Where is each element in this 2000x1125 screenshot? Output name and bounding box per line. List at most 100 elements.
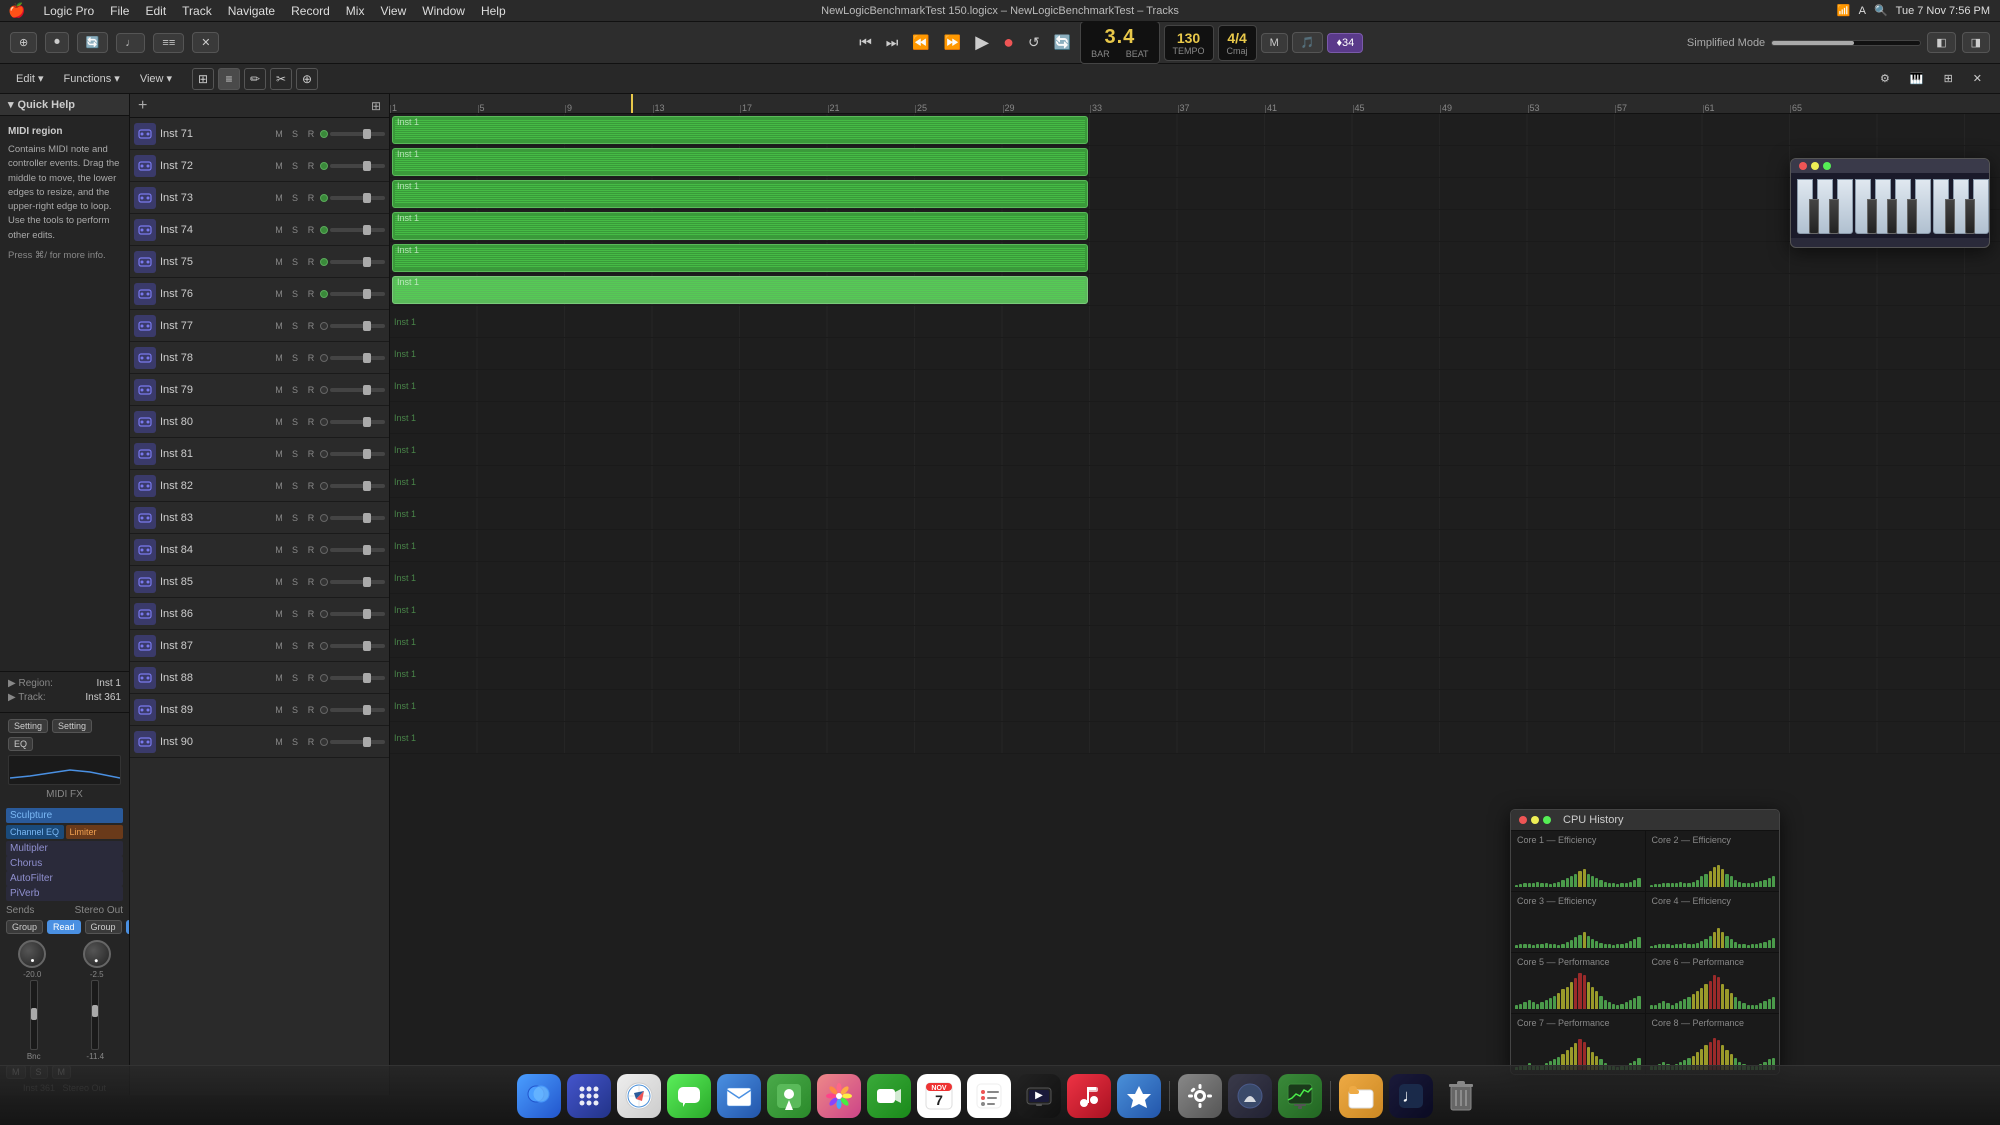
track-power-79[interactable] (320, 386, 328, 394)
track-header-77[interactable]: Inst 77 M S R (130, 310, 389, 342)
setting-btn-1[interactable]: Setting (8, 719, 48, 733)
track-mute-80[interactable]: M (272, 415, 286, 429)
track-fader-72[interactable] (330, 164, 385, 168)
pencil-tool-button[interactable]: ✏ (244, 68, 266, 90)
track-header-75[interactable]: Inst 75 M S R (130, 246, 389, 278)
track-solo-74[interactable]: S (288, 223, 302, 237)
track-mute-79[interactable]: M (272, 383, 286, 397)
track-header-76[interactable]: Inst 76 M S R (130, 278, 389, 310)
track-arm-72[interactable]: R (304, 159, 318, 173)
track-solo-86[interactable]: S (288, 607, 302, 621)
region-73[interactable]: Inst 1 (392, 180, 1088, 208)
track-header-87[interactable]: Inst 87 M S R (130, 630, 389, 662)
panel-toggle-left[interactable]: ◧ (1927, 32, 1955, 53)
menu-logic-pro[interactable]: Logic Pro (37, 4, 100, 18)
track-header-79[interactable]: Inst 79 M S R (130, 374, 389, 406)
track-mute-75[interactable]: M (272, 255, 286, 269)
track-solo-76[interactable]: S (288, 287, 302, 301)
track-mute-87[interactable]: M (272, 639, 286, 653)
menu-track[interactable]: Track (176, 4, 218, 18)
track-solo-73[interactable]: S (288, 191, 302, 205)
track-lane-78[interactable]: Inst 1 (390, 338, 2000, 370)
track-mute-73[interactable]: M (272, 191, 286, 205)
zoom-button[interactable]: ⊕ (296, 68, 318, 90)
track-fader-80[interactable] (330, 420, 385, 424)
track-fader-81[interactable] (330, 452, 385, 456)
menu-file[interactable]: File (104, 4, 135, 18)
track-mute-82[interactable]: M (272, 479, 286, 493)
track-lane-81[interactable]: Inst 1 (390, 434, 2000, 466)
track-solo-87[interactable]: S (288, 639, 302, 653)
dock-system-prefs[interactable] (1178, 1074, 1222, 1118)
track-fader-74[interactable] (330, 228, 385, 232)
track-solo-88[interactable]: S (288, 671, 302, 685)
track-header-78[interactable]: Inst 78 M S R (130, 342, 389, 374)
track-solo-71[interactable]: S (288, 127, 302, 141)
menu-view[interactable]: View (374, 4, 412, 18)
maximize-traffic-light[interactable] (1823, 162, 1831, 170)
track-lane-82[interactable]: Inst 1 (390, 466, 2000, 498)
track-lane-84[interactable]: Inst 1 (390, 530, 2000, 562)
track-power-76[interactable] (320, 290, 328, 298)
dock-safari[interactable] (617, 1074, 661, 1118)
scissors-tool-button[interactable]: ✂ (270, 68, 292, 90)
track-power-81[interactable] (320, 450, 328, 458)
track-lane-77[interactable]: Inst 1 (390, 306, 2000, 338)
minimize-traffic-light[interactable] (1811, 162, 1819, 170)
track-header-88[interactable]: Inst 88 M S R (130, 662, 389, 694)
track-power-88[interactable] (320, 674, 328, 682)
track-lane-75[interactable]: Inst 1 (390, 242, 2000, 274)
track-arm-81[interactable]: R (304, 447, 318, 461)
track-fader-76[interactable] (330, 292, 385, 296)
track-mute-83[interactable]: M (272, 511, 286, 525)
track-arm-85[interactable]: R (304, 575, 318, 589)
track-power-90[interactable] (320, 738, 328, 746)
piano-black-key[interactable] (1945, 199, 1955, 234)
piano-black-key[interactable] (1809, 199, 1819, 234)
dock-facetime[interactable] (867, 1074, 911, 1118)
track-mute-74[interactable]: M (272, 223, 286, 237)
dock-finder[interactable] (517, 1074, 561, 1118)
track-arm-74[interactable]: R (304, 223, 318, 237)
track-solo-84[interactable]: S (288, 543, 302, 557)
go-to-end-button[interactable]: ⏩ (939, 32, 966, 53)
track-lane-87[interactable]: Inst 1 (390, 626, 2000, 658)
piano-black-key[interactable] (1887, 199, 1897, 234)
aux-fader[interactable] (91, 980, 99, 1050)
track-lane-80[interactable]: Inst 1 (390, 402, 2000, 434)
setting-btn-2[interactable]: Setting (52, 719, 92, 733)
tempo-button[interactable]: ≡≡ (153, 33, 184, 53)
track-lane-71[interactable]: Inst 1 (390, 114, 2000, 146)
menu-window[interactable]: Window (416, 4, 471, 18)
cpu-close-btn[interactable] (1519, 816, 1527, 824)
region-76[interactable]: Inst 1 (392, 276, 1088, 304)
track-solo-81[interactable]: S (288, 447, 302, 461)
menu-record[interactable]: Record (285, 4, 336, 18)
dock-appstore[interactable] (1117, 1074, 1161, 1118)
track-solo-89[interactable]: S (288, 703, 302, 717)
track-header-72[interactable]: Inst 72 M S R (130, 150, 389, 182)
track-mute-77[interactable]: M (272, 319, 286, 333)
menu-help[interactable]: Help (475, 4, 512, 18)
track-fader-82[interactable] (330, 484, 385, 488)
av-button[interactable]: ♦34 (1327, 33, 1363, 53)
record-button[interactable]: ● (998, 30, 1019, 55)
dock-tv[interactable]: ▶ (1017, 1074, 1061, 1118)
piano-icon-btn[interactable]: 🎹 (1902, 69, 1932, 88)
rewind-button[interactable]: ⏮ (854, 32, 877, 53)
piano-black-key[interactable] (1965, 199, 1975, 234)
track-arm-89[interactable]: R (304, 703, 318, 717)
piano-black-key[interactable] (1829, 199, 1839, 234)
track-power-87[interactable] (320, 642, 328, 650)
track-lane-79[interactable]: Inst 1 (390, 370, 2000, 402)
track-fader-77[interactable] (330, 324, 385, 328)
track-arm-75[interactable]: R (304, 255, 318, 269)
track-mute-86[interactable]: M (272, 607, 286, 621)
track-header-80[interactable]: Inst 80 M S R (130, 406, 389, 438)
track-arm-86[interactable]: R (304, 607, 318, 621)
track-solo-80[interactable]: S (288, 415, 302, 429)
track-lane-76[interactable]: Inst 1 (390, 274, 2000, 306)
loop-button[interactable]: ↺ (1023, 32, 1045, 53)
record-settings-button[interactable]: ⏺ (45, 32, 69, 53)
track-arm-71[interactable]: R (304, 127, 318, 141)
